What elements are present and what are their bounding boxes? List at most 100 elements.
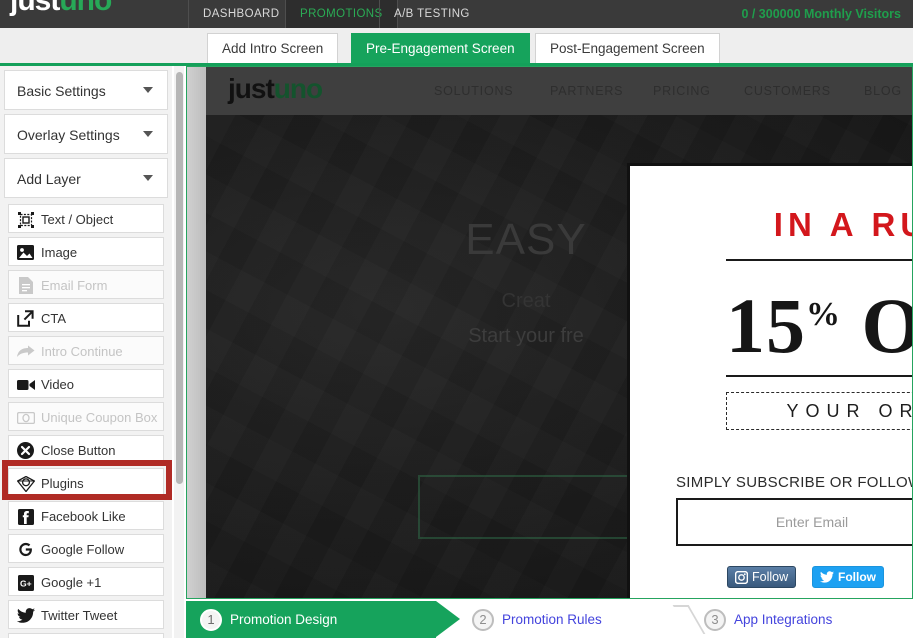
layer-item-label: Text / Object: [41, 212, 114, 227]
popup-divider-top: [726, 259, 912, 261]
preview-site-logo: justuno: [228, 73, 323, 105]
layer-item-close-button[interactable]: Close Button: [8, 435, 164, 464]
popup-subscribe-label: SIMPLY SUBSCRIBE OR FOLLOW: [676, 474, 913, 491]
popup-divider-bottom: [726, 375, 912, 377]
close-circle-icon: [16, 441, 35, 460]
layer-item-label: Video: [41, 377, 75, 392]
accordion-label: Add Layer: [17, 171, 81, 187]
layer-item-text-object[interactable]: Text / Object: [8, 204, 164, 233]
preview-nav-customers: CUSTOMERS: [744, 84, 831, 98]
plugins-icon: [16, 474, 35, 493]
popup-subtitle: YOUR ORDER TODAY: [726, 392, 912, 430]
layer-item-cta[interactable]: CTA: [8, 303, 164, 332]
layer-item-label: Intro Continue Button: [41, 344, 123, 388]
wizard-chevron-outline: [672, 605, 706, 634]
chevron-down-icon: [143, 131, 153, 137]
accordion-label: Overlay Settings: [17, 127, 120, 143]
monthly-visitor-counter: 0 / 300000 Monthly Visitors: [741, 7, 901, 21]
layer-item-label: Google +1: [41, 575, 102, 590]
preview-nav-pricing: PRICING: [653, 84, 711, 98]
layer-item-label: Email Form: [41, 278, 108, 293]
layer-item-label: Image: [41, 245, 78, 260]
preview-nav-partners: PARTNERS: [550, 84, 624, 98]
layer-item-plugins[interactable]: Plugins: [8, 468, 164, 497]
layer-item-video[interactable]: Video: [8, 369, 164, 398]
wizard-step-promotion-rules[interactable]: 2 Promotion Rules: [472, 601, 602, 638]
add-layer-list: Text / Object Image Email Form CTA Intro: [0, 204, 172, 638]
facebook-icon: [16, 507, 35, 526]
preview-logo-just: just: [228, 73, 275, 104]
accordion-add-layer[interactable]: Add Layer: [4, 158, 168, 198]
layer-item-image[interactable]: Image: [8, 237, 164, 266]
popup-headline: IN A RUSH?: [773, 206, 912, 243]
video-camera-icon: [16, 375, 35, 394]
logo-text-uno: uno: [59, 0, 112, 17]
layer-item-google-follow[interactable]: Google Follow: [8, 534, 164, 563]
accordion-label: Basic Settings: [17, 83, 106, 99]
instagram-icon: [735, 570, 748, 584]
layer-item-next-partial[interactable]: [8, 633, 164, 638]
popup-offer-number: 15: [726, 282, 806, 369]
google-plus-icon: G+: [16, 573, 35, 592]
text-object-icon: [16, 210, 35, 229]
coupon-icon: [16, 408, 35, 427]
popup-offer-text: 15% OFF: [726, 269, 913, 372]
email-form-icon: [16, 276, 35, 295]
layer-item-twitter-tweet[interactable]: Twitter Tweet: [8, 600, 164, 629]
step-number: 1: [200, 608, 222, 631]
wizard-chevron-active: [436, 601, 460, 637]
accordion-overlay-settings[interactable]: Overlay Settings: [4, 114, 168, 154]
layer-item-label: Facebook Like: [41, 509, 126, 524]
step-label: Promotion Design: [230, 612, 338, 627]
layer-item-label: Unique Coupon Box: [41, 410, 158, 425]
design-canvas[interactable]: justuno SOLUTIONS PARTNERS PRICING CUSTO…: [186, 66, 913, 599]
app-header: justuno DASHBOARD PROMOTIONS A/B TESTING…: [0, 0, 913, 28]
chevron-down-icon: [143, 175, 153, 181]
sidebar-scrollbar-thumb[interactable]: [176, 72, 183, 484]
layer-item-unique-coupon-box: Unique Coupon Box: [8, 402, 164, 431]
step-label: Promotion Rules: [502, 612, 602, 627]
google-icon: [16, 540, 35, 559]
svg-text:G+: G+: [20, 578, 32, 588]
layer-item-google-plus-one[interactable]: G+ Google +1: [8, 567, 164, 596]
preview-nav-solutions: SOLUTIONS: [434, 84, 514, 98]
popup-offer-percent: %: [806, 296, 841, 333]
popup-offer-off: OFF: [862, 282, 913, 369]
layer-item-email-form: Email Form: [8, 270, 164, 299]
tab-pre-engagement-screen[interactable]: Pre-Engagement Screen: [351, 33, 530, 63]
tab-add-intro-screen[interactable]: Add Intro Screen: [207, 33, 339, 63]
twitter-icon: [16, 606, 35, 625]
promotion-popup[interactable]: IN A RUSH? 15% OFF YOUR ORDER TODAY SIMP…: [627, 163, 913, 598]
twitter-follow-label: Follow: [838, 570, 876, 584]
nav-item-dashboard[interactable]: DASHBOARD: [188, 0, 295, 28]
canvas-scrollbar[interactable]: [187, 67, 206, 598]
layer-item-facebook-like[interactable]: Facebook Like: [8, 501, 164, 530]
twitter-follow-button[interactable]: Follow: [812, 566, 884, 588]
tab-post-engagement-screen[interactable]: Post-Engagement Screen: [535, 33, 720, 63]
step-wizard: 1 Promotion Design 2 Promotion Rules 3 A…: [186, 601, 913, 638]
step-label: App Integrations: [734, 612, 833, 627]
left-sidebar: Basic Settings Overlay Settings Add Laye…: [0, 66, 172, 638]
step-number: 3: [704, 608, 726, 631]
layer-item-label: Plugins: [41, 476, 84, 491]
wizard-step-promotion-design[interactable]: 1 Promotion Design: [186, 601, 436, 638]
preview-site-header: justuno SOLUTIONS PARTNERS PRICING CUSTO…: [206, 67, 912, 115]
preview-nav-blog: BLOG: [864, 84, 902, 98]
accordion-basic-settings[interactable]: Basic Settings: [4, 70, 168, 110]
wizard-step-app-integrations[interactable]: 3 App Integrations: [704, 601, 832, 638]
chevron-down-icon: [143, 87, 153, 93]
layer-item-label: Close Button: [41, 443, 116, 458]
email-input[interactable]: Enter Email: [676, 498, 912, 546]
external-link-icon: [16, 309, 35, 328]
instagram-follow-button[interactable]: Follow: [727, 566, 797, 588]
logo-text-just: just: [10, 0, 60, 17]
justuno-logo[interactable]: justuno: [10, 0, 112, 17]
nav-item-ab-testing[interactable]: A/B TESTING: [379, 0, 484, 28]
screen-tab-bar: Add Intro Screen Pre-Engagement Screen P…: [0, 28, 913, 66]
layer-item-intro-continue-button: Intro Continue Button: [8, 336, 164, 388]
arrow-forward-icon: [16, 342, 35, 361]
preview-logo-uno: uno: [273, 73, 323, 104]
step-number: 2: [472, 608, 494, 631]
image-icon: [16, 243, 35, 262]
twitter-bird-icon: [820, 571, 834, 583]
